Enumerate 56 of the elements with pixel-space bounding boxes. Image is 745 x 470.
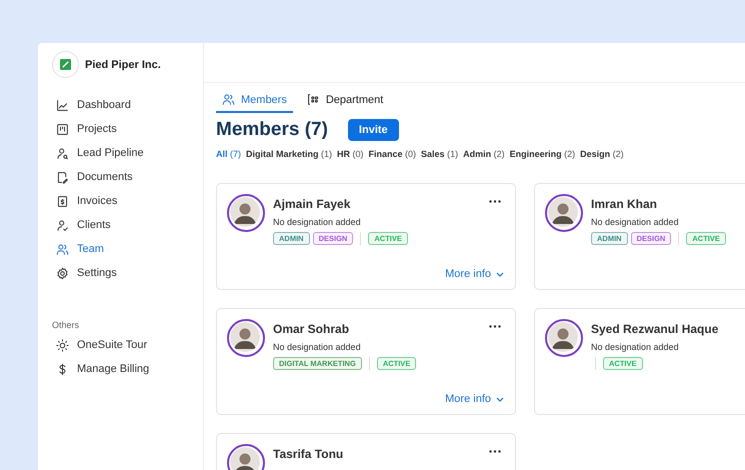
member-name: Omar Sohrab — [273, 322, 350, 336]
avatar — [227, 319, 265, 357]
filter-link[interactable]: Engineering (2) — [510, 149, 576, 159]
designation: No designation added — [273, 217, 362, 227]
company-name: Pied Piper Inc. — [85, 58, 161, 70]
filter-link[interactable]: Admin (2) — [463, 149, 505, 159]
member-name: Syed Rezwanul Haque — [591, 322, 718, 336]
member-name: Ajmain Fayek — [273, 197, 352, 211]
grid-icon — [306, 93, 320, 106]
invoice-icon — [56, 194, 69, 208]
nav-item[interactable]: Dashboard — [52, 96, 203, 114]
tab[interactable]: Members — [216, 89, 293, 113]
designation: No designation added — [591, 342, 680, 352]
designation: No designation added — [591, 217, 680, 227]
users-icon — [56, 242, 69, 256]
chevron-down-icon — [496, 396, 504, 402]
nav-item[interactable]: Projects — [52, 120, 203, 138]
more-options-icon[interactable] — [489, 200, 501, 203]
document-edit-icon — [56, 170, 69, 184]
filter-link[interactable]: Design (2) — [580, 149, 624, 159]
user-search-icon — [56, 146, 69, 160]
more-options-icon[interactable] — [489, 450, 501, 453]
avatar — [227, 194, 265, 232]
filter-link[interactable]: Finance (0) — [368, 149, 416, 159]
tab[interactable]: Department — [300, 89, 390, 113]
nav-item[interactable]: Documents — [52, 168, 203, 186]
invite-button[interactable]: Invite — [348, 119, 399, 141]
more-options-icon[interactable] — [489, 325, 501, 328]
nav-item[interactable]: Manage Billing — [52, 360, 203, 378]
nav-item[interactable]: Team — [52, 240, 203, 258]
users-icon — [222, 93, 235, 106]
more-info-link[interactable]: More info — [445, 393, 504, 405]
settings-icon — [56, 266, 69, 280]
page-title: Members (7) — [216, 119, 328, 141]
member-name: Tasrifa Tonu — [273, 447, 344, 461]
nav-item[interactable]: Settings — [52, 264, 203, 282]
filter-link[interactable]: Digital Marketing (1) — [246, 149, 332, 159]
filter-link[interactable]: All (7) — [216, 149, 242, 159]
chevron-down-icon — [496, 272, 504, 276]
member-name: Imran Khan — [591, 197, 658, 211]
user-check-icon — [56, 218, 69, 232]
filter-link[interactable]: HR (0) — [337, 149, 364, 159]
nav-item[interactable]: OneSuite Tour — [52, 336, 203, 354]
nav-item[interactable]: Lead Pipeline — [52, 144, 203, 162]
board-icon — [56, 122, 69, 136]
company-logo — [52, 51, 79, 78]
line-chart-icon — [56, 98, 69, 112]
filter-link[interactable]: Sales (1) — [421, 149, 458, 159]
avatar — [545, 194, 583, 232]
nav-item[interactable]: Clients — [52, 216, 203, 234]
nav-item[interactable]: Invoices — [52, 192, 203, 210]
avatar — [545, 319, 583, 357]
more-info-link[interactable]: More info — [445, 268, 504, 280]
sun-icon — [56, 338, 69, 352]
designation: No designation added — [273, 342, 362, 352]
section-heading: Others — [52, 320, 80, 330]
